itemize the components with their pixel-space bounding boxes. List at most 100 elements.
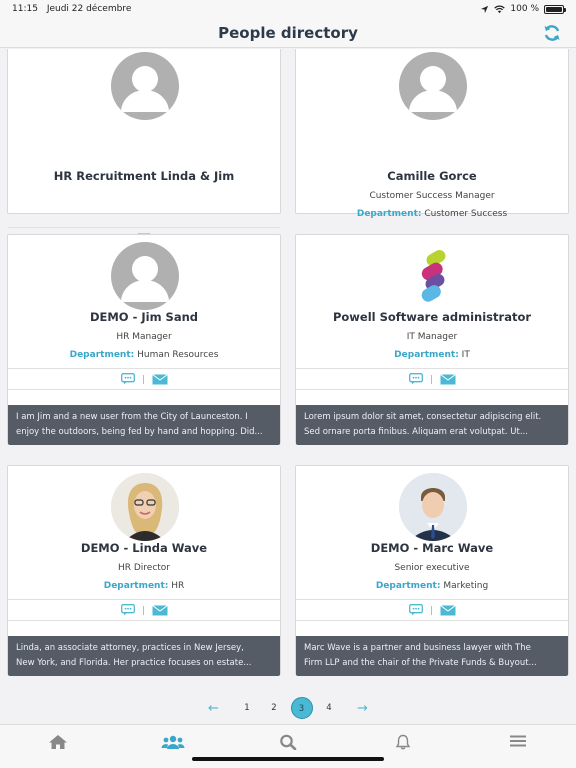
department-label: Department: xyxy=(69,350,135,360)
person-name[interactable]: HR Recruitment Linda & Jim xyxy=(8,169,280,183)
battery-icon xyxy=(544,4,566,14)
avatar xyxy=(399,473,467,541)
bio-line: Lorem ipsum dolor sit amet, consectetur … xyxy=(304,412,542,422)
bio-line: I am Jim and a new user from the City of… xyxy=(16,412,248,422)
person-bio: Lorem ipsum dolor sit amet, consectetur … xyxy=(296,405,568,445)
separator xyxy=(142,605,144,615)
avatar xyxy=(399,52,467,120)
mail-icon[interactable] xyxy=(151,604,168,616)
page-button-current[interactable]: 3 xyxy=(290,697,313,719)
person-card[interactable]: DEMO - Jim Sand HR Manager Department: H… xyxy=(7,234,281,445)
status-time: 11:15 xyxy=(12,4,38,14)
status-left: 11:15 Jeudi 22 décembre xyxy=(12,4,137,14)
tab-menu[interactable] xyxy=(498,734,538,754)
department-value: Human Resources xyxy=(137,350,219,360)
bio-line: New York, and Florida. Her practice focu… xyxy=(16,658,252,668)
person-name[interactable]: Camille Gorce xyxy=(296,169,568,183)
card-actions xyxy=(8,368,280,390)
chat-icon[interactable] xyxy=(408,604,423,616)
department-value: HR xyxy=(171,581,185,591)
powell-logo-icon xyxy=(421,250,446,302)
tab-bar xyxy=(0,724,576,768)
page-title: People directory xyxy=(218,23,358,42)
bio-line: Linda, an associate attorney, practices … xyxy=(16,643,244,653)
person-card[interactable]: DEMO - Marc Wave Senior executive Depart… xyxy=(295,465,569,676)
tab-search[interactable] xyxy=(268,734,308,754)
menu-icon xyxy=(510,735,527,747)
person-card[interactable]: Camille Gorce Customer Success Manager D… xyxy=(295,49,569,219)
home-indicator[interactable] xyxy=(192,757,384,761)
person-name[interactable]: Powell Software administrator xyxy=(296,310,568,324)
person-card[interactable]: DEMO - Linda Wave HR Director Department… xyxy=(7,465,281,676)
separator xyxy=(142,374,144,384)
bio-line: enjoy the outdoors, being fed by hand an… xyxy=(16,427,263,437)
person-department: Department: HR xyxy=(8,581,280,591)
person-bio: I am Jim and a new user from the City of… xyxy=(8,405,280,445)
person-title: IT Manager xyxy=(406,332,458,342)
person-department: Department: Customer Success xyxy=(296,209,568,219)
department-label: Department: xyxy=(356,209,422,219)
tab-people[interactable] xyxy=(153,734,193,754)
department-label: Department: xyxy=(103,581,169,591)
bio-line: Sed ornare porta finibus. Aliquam erat v… xyxy=(304,427,528,437)
person-title: HR Director xyxy=(117,563,171,573)
card-actions xyxy=(8,599,280,621)
bio-line: Marc Wave is a partner and business lawy… xyxy=(304,643,531,653)
default-avatar-icon xyxy=(121,66,169,112)
page-button-4[interactable]: 4 xyxy=(316,697,343,719)
person-title: Senior executive xyxy=(394,563,470,573)
chat-icon[interactable] xyxy=(120,373,135,385)
person-department: Department: Marketing xyxy=(296,581,568,591)
search-icon xyxy=(280,734,297,750)
person-photo-icon xyxy=(399,473,467,541)
person-title: Customer Success Manager xyxy=(369,191,495,201)
tab-notifications[interactable] xyxy=(383,734,423,754)
header: People directory xyxy=(0,18,576,48)
person-card[interactable]: HR Recruitment Linda & Jim xyxy=(7,49,281,249)
person-name[interactable]: DEMO - Jim Sand xyxy=(8,310,280,324)
department-value: Customer Success xyxy=(424,209,508,219)
avatar xyxy=(399,242,467,310)
person-bio: Linda, an associate attorney, practices … xyxy=(8,636,280,676)
person-photo-icon xyxy=(111,473,179,541)
department-label: Department: xyxy=(375,581,441,591)
status-date: Jeudi 22 décembre xyxy=(46,4,132,14)
separator xyxy=(430,605,432,615)
mail-icon[interactable] xyxy=(439,373,456,385)
location-icon xyxy=(481,5,489,13)
card-actions xyxy=(296,368,568,390)
person-department: Department: IT xyxy=(296,350,568,360)
refresh-icon[interactable] xyxy=(542,23,562,43)
status-right: 100 % xyxy=(480,4,566,14)
page-button-1[interactable]: 1 xyxy=(234,697,261,719)
department-value: IT xyxy=(461,350,470,360)
person-title: HR Manager xyxy=(116,332,172,342)
mail-icon[interactable] xyxy=(151,373,168,385)
avatar xyxy=(111,52,179,120)
default-avatar-icon xyxy=(409,66,457,112)
person-card[interactable]: Powell Software administrator IT Manager… xyxy=(295,234,569,445)
card-actions xyxy=(296,599,568,621)
pagination: ← 1 2 3 4 → xyxy=(0,696,576,720)
status-bar: 11:15 Jeudi 22 décembre 100 % xyxy=(0,0,576,18)
chat-icon[interactable] xyxy=(120,604,135,616)
avatar xyxy=(111,473,179,541)
separator xyxy=(430,374,432,384)
home-icon xyxy=(48,735,67,749)
department-label: Department: xyxy=(394,350,459,360)
pagination-prev-button[interactable]: ← xyxy=(194,701,234,716)
default-avatar-icon xyxy=(121,256,169,302)
bio-line: Firm LLP and the chair of the Private Fu… xyxy=(304,658,537,668)
tab-home[interactable] xyxy=(38,734,78,754)
chat-icon[interactable] xyxy=(408,373,423,385)
people-icon xyxy=(161,735,185,749)
person-name[interactable]: DEMO - Linda Wave xyxy=(8,541,280,555)
department-value: Marketing xyxy=(443,581,489,591)
person-bio: Marc Wave is a partner and business lawy… xyxy=(296,636,568,676)
mail-icon[interactable] xyxy=(439,604,456,616)
page-button-2[interactable]: 2 xyxy=(261,697,288,719)
person-name[interactable]: DEMO - Marc Wave xyxy=(296,541,568,555)
pagination-next-button[interactable]: → xyxy=(343,701,383,716)
wifi-icon xyxy=(494,5,506,13)
bell-icon xyxy=(395,734,411,750)
